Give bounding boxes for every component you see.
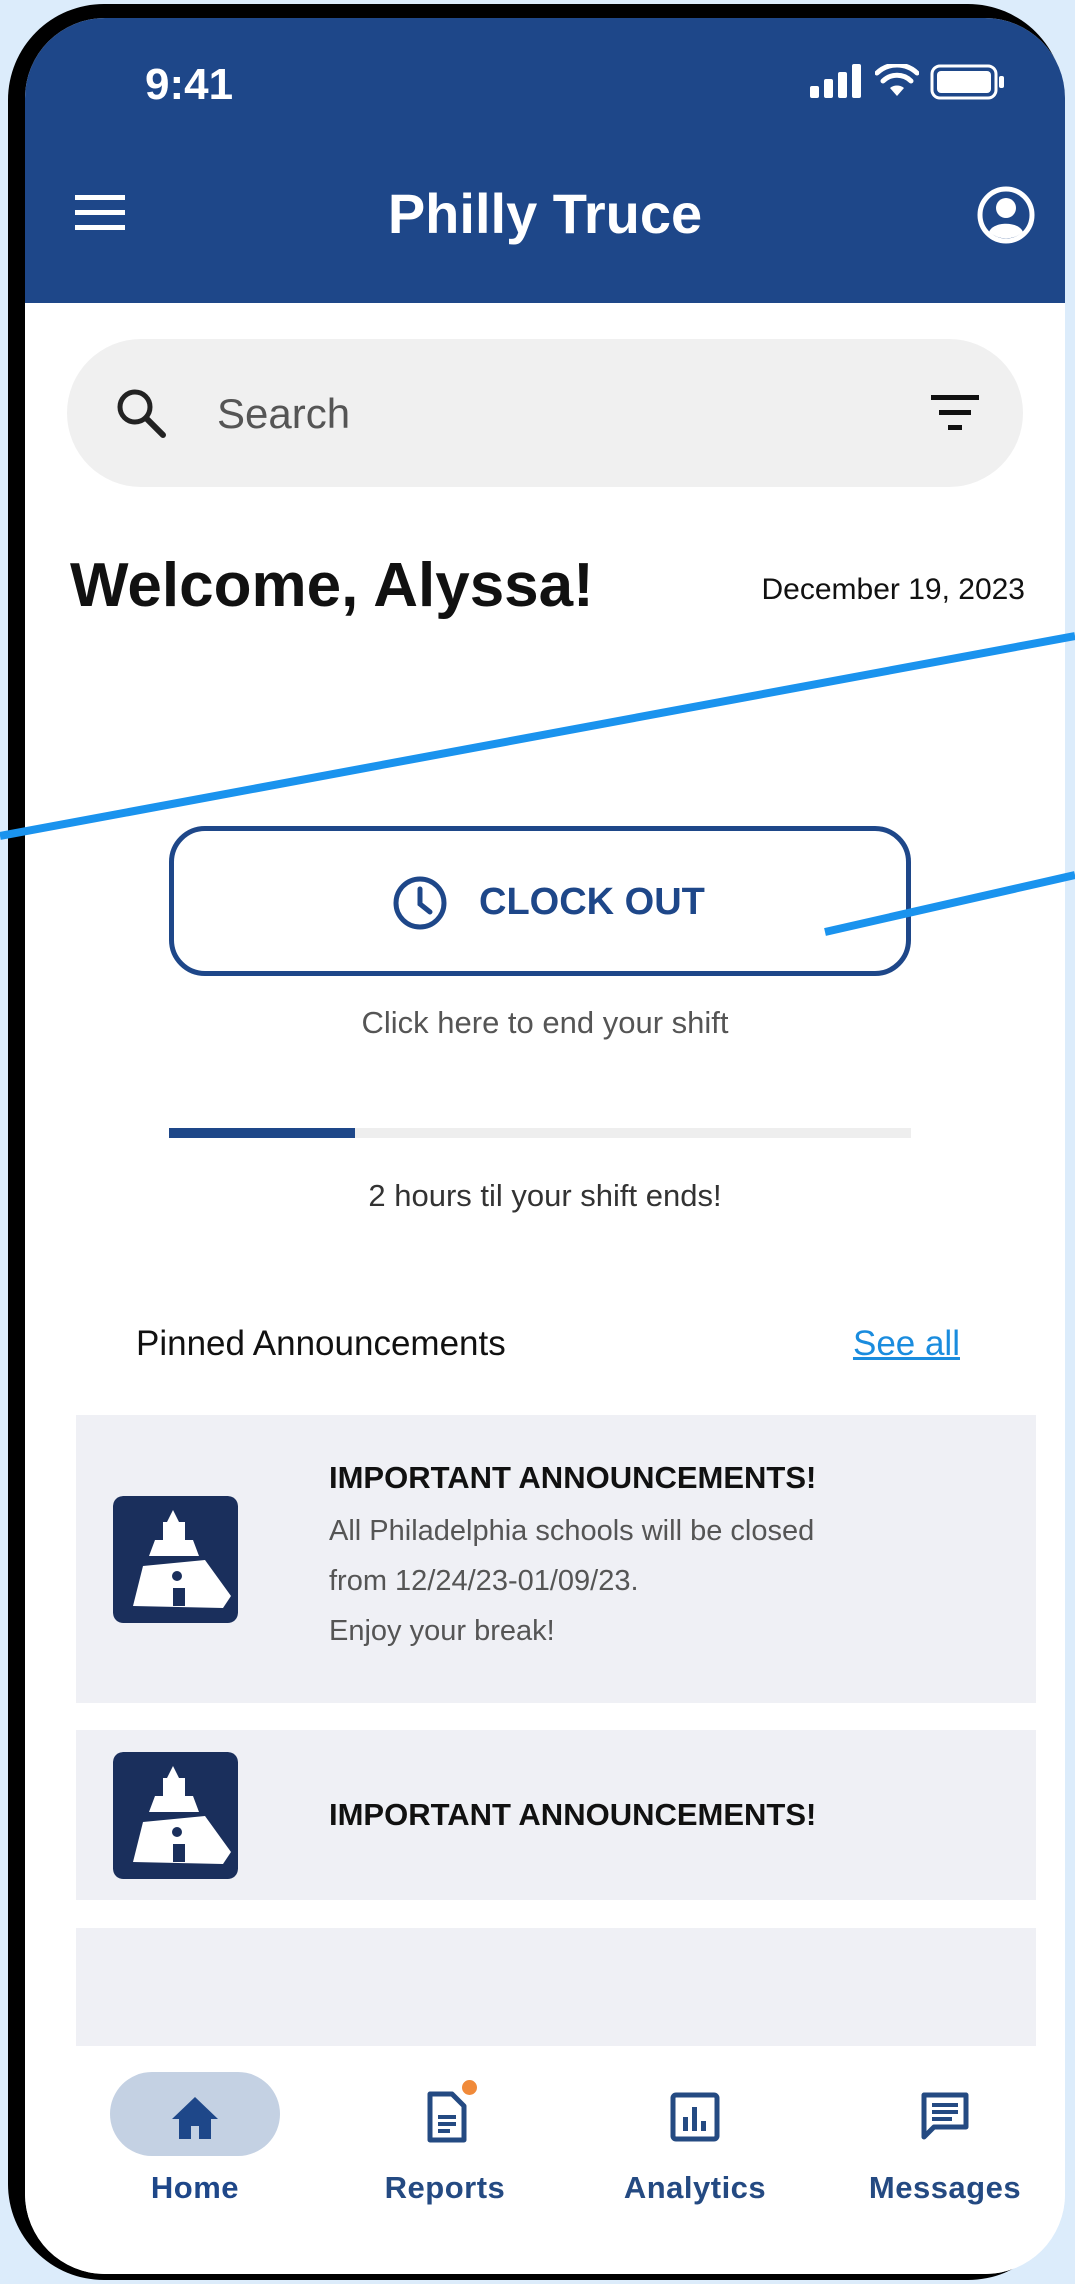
report-icon bbox=[427, 2091, 467, 2143]
messages-icon bbox=[921, 2092, 969, 2140]
nav-reports-label: Reports bbox=[384, 2170, 506, 2205]
nav-reports[interactable]: Reports bbox=[320, 2046, 570, 2226]
see-all-link[interactable]: See all bbox=[853, 1324, 960, 1364]
nav-home-label: Home bbox=[150, 2170, 240, 2205]
schoolhouse-logo-icon bbox=[113, 1752, 238, 1879]
search-bar bbox=[67, 339, 1023, 487]
announcement-title: IMPORTANT ANNOUNCEMENTS! bbox=[329, 1797, 817, 1832]
clock-out-button[interactable]: CLOCK OUT bbox=[169, 826, 911, 976]
announcement-body-line: Enjoy your break! bbox=[329, 1615, 555, 1647]
clock-out-label: CLOCK OUT bbox=[479, 881, 705, 923]
app-screen: 9:41 Philly Truce Search Welcome, Alyssa… bbox=[25, 18, 1065, 2274]
home-icon bbox=[172, 2097, 218, 2139]
nav-messages-label: Messages bbox=[868, 2170, 1022, 2205]
pinned-announcements-title: Pinned Announcements bbox=[136, 1324, 506, 1363]
app-title: Philly Truce bbox=[387, 182, 703, 245]
announcement-body-line: All Philadelphia schools will be closed bbox=[329, 1515, 815, 1547]
notification-badge bbox=[462, 2080, 477, 2095]
search-icon bbox=[117, 389, 166, 438]
shift-progress-fill bbox=[169, 1128, 355, 1138]
shift-progress-text: 2 hours til your shift ends! bbox=[368, 1178, 722, 1213]
nav-analytics-label: Analytics bbox=[623, 2170, 767, 2205]
clock-out-hint: Click here to end your shift bbox=[361, 1005, 729, 1040]
welcome-heading: Welcome, Alyssa! bbox=[70, 551, 594, 620]
status-time: 9:41 bbox=[145, 60, 234, 109]
nav-analytics[interactable]: Analytics bbox=[570, 2046, 820, 2226]
clock-icon bbox=[393, 876, 447, 930]
wifi-icon bbox=[875, 64, 919, 96]
nav-home[interactable]: Home bbox=[70, 2046, 320, 2226]
search-input[interactable] bbox=[215, 379, 859, 449]
shift-progress-bar bbox=[169, 1128, 911, 1138]
signal-icon bbox=[810, 64, 861, 98]
current-date: December 19, 2023 bbox=[761, 573, 1026, 606]
announcement-title: IMPORTANT ANNOUNCEMENTS! bbox=[329, 1460, 817, 1495]
analytics-icon bbox=[670, 2092, 720, 2142]
announcement-card[interactable]: IMPORTANT ANNOUNCEMENTS! All Philadelphi… bbox=[76, 1415, 1036, 1703]
app-header: 9:41 Philly Truce bbox=[25, 18, 1065, 303]
schoolhouse-logo-icon bbox=[113, 1496, 238, 1623]
battery-icon bbox=[930, 64, 1004, 100]
profile-icon[interactable] bbox=[977, 186, 1035, 244]
bottom-navigation: Home Reports Analytics Messages bbox=[25, 2046, 1065, 2274]
nav-messages[interactable]: Messages bbox=[820, 2046, 1065, 2226]
filter-icon[interactable] bbox=[929, 389, 981, 437]
announcement-body-line: from 12/24/23-01/09/23. bbox=[329, 1565, 639, 1597]
announcement-card-placeholder bbox=[76, 1928, 1036, 2048]
announcement-card[interactable]: IMPORTANT ANNOUNCEMENTS! bbox=[76, 1730, 1036, 1900]
